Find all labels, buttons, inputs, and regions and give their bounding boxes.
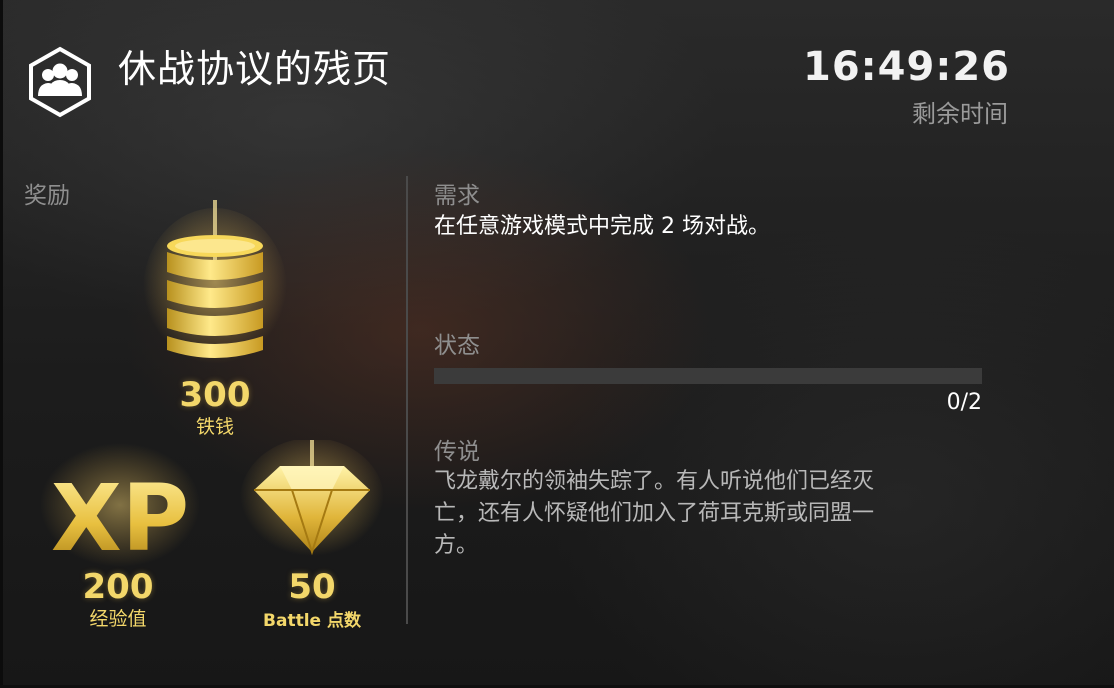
reward-battle-points-unit: Battle 点数	[263, 611, 361, 631]
faction-group-icon	[29, 46, 91, 118]
lore-heading: 传说	[434, 439, 480, 465]
countdown-timer: 16:49:26	[803, 44, 1010, 90]
left-border	[0, 0, 3, 688]
progress-count: 0/2	[946, 390, 982, 415]
xp-icon: XP	[40, 443, 200, 570]
progress-bar	[434, 368, 982, 384]
status-heading: 状态	[434, 333, 480, 359]
reward-xp-unit: 经验值	[89, 608, 147, 630]
reward-battle-points-value: 50	[288, 567, 336, 607]
lore-line: 亡，还有人怀疑他们加入了荷耳克斯或同盟一	[434, 501, 875, 526]
page-title: 休战协议的残页	[118, 47, 392, 91]
lore-line: 飞龙戴尔的领袖失踪了。有人听说他们已经灭	[434, 469, 875, 494]
lore-line: 方。	[434, 533, 479, 558]
reward-coins-value: 300	[179, 375, 251, 415]
requirement-text: 在任意游戏模式中完成 2 场对战。	[434, 214, 770, 239]
timer-label: 剩余时间	[912, 100, 1008, 128]
diamond-icon	[240, 440, 384, 562]
steel-coins-icon	[143, 200, 287, 372]
reward-xp-value: 200	[82, 567, 154, 607]
reward-coins-unit: 铁钱	[195, 416, 234, 438]
requirement-heading: 需求	[434, 183, 480, 209]
column-divider	[406, 176, 408, 624]
svg-text:XP: XP	[51, 465, 189, 570]
rewards-heading: 奖励	[24, 183, 70, 209]
lore-text: 飞龙戴尔的领袖失踪了。有人听说他们已经灭 亡，还有人怀疑他们加入了荷耳克斯或同盟…	[434, 466, 994, 562]
